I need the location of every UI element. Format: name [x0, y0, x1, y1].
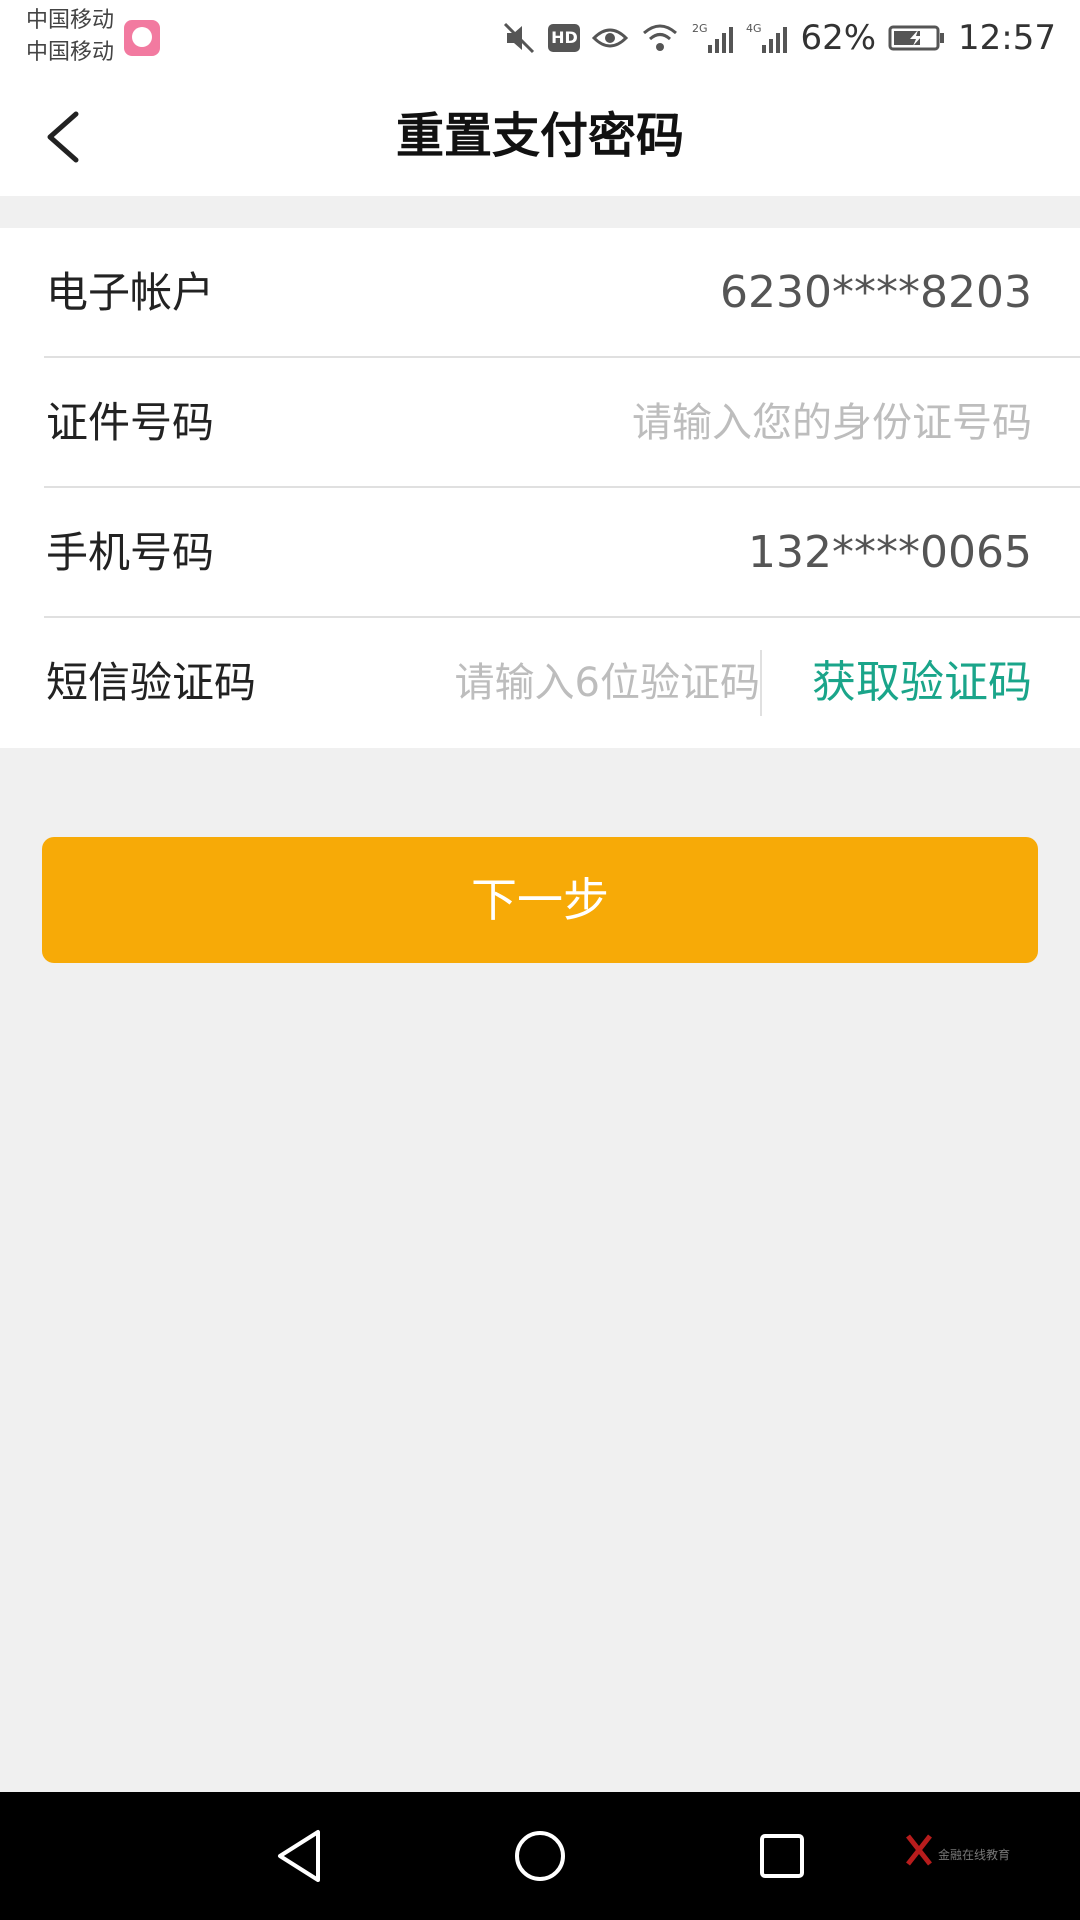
- battery-charging-icon: [888, 24, 946, 52]
- nav-recent-icon[interactable]: [754, 1824, 810, 1888]
- app-header: 重置支付密码: [0, 76, 1080, 196]
- carrier-label-1: 中国移动: [26, 8, 115, 33]
- sms-code-label: 短信验证码: [46, 658, 257, 707]
- status-icons: HD 2G 4G 62% 12:57: [502, 14, 1056, 62]
- id-number-input[interactable]: [472, 393, 1032, 453]
- watermark-text: 金融在线教育: [938, 1848, 1011, 1862]
- account-value: 6230****8203: [720, 267, 1032, 318]
- page-title: 重置支付密码: [395, 108, 684, 164]
- phone-label: 手机号码: [46, 528, 215, 577]
- phone-row: 手机号码 132****0065: [0, 488, 1080, 618]
- signal-4g-icon: 4G: [746, 21, 788, 55]
- nav-back-icon[interactable]: [270, 1824, 330, 1888]
- carrier-label-2: 中国移动: [26, 40, 115, 65]
- battery-percent: 62%: [800, 18, 877, 58]
- wifi-icon: [640, 21, 680, 55]
- svg-text:4G: 4G: [746, 22, 762, 35]
- nav-home-icon[interactable]: [512, 1824, 568, 1888]
- watermark-logo-icon: [906, 1834, 932, 1866]
- clock: 12:57: [958, 18, 1056, 58]
- watermark: 金融在线教育: [904, 1832, 1024, 1872]
- vertical-divider: [760, 650, 762, 716]
- phone-value: 132****0065: [748, 527, 1032, 578]
- chevron-left-icon: [47, 111, 79, 163]
- next-button[interactable]: 下一步: [42, 837, 1038, 963]
- get-code-button[interactable]: 获取验证码: [812, 618, 1032, 748]
- id-number-label: 证件号码: [46, 398, 215, 447]
- back-button[interactable]: [36, 102, 96, 172]
- svg-text:2G: 2G: [692, 22, 708, 35]
- sms-code-input[interactable]: [380, 653, 760, 713]
- sms-code-row: 短信验证码 获取验证码: [0, 618, 1080, 748]
- reset-form: 电子帐户 6230****8203 证件号码 手机号码 132****0065 …: [0, 228, 1080, 748]
- hd-icon: HD: [548, 24, 581, 52]
- account-row: 电子帐户 6230****8203: [0, 228, 1080, 358]
- navigation-bar: 金融在线教育: [0, 1792, 1080, 1920]
- app-notification-icon: [124, 20, 160, 56]
- screen: 中国移动 中国移动 HD 2G 4G 62% 12:57 重置支付密码 电子帐户…: [0, 0, 1080, 1920]
- id-number-row: 证件号码: [0, 358, 1080, 488]
- mute-icon: [502, 21, 536, 55]
- eye-icon: [592, 24, 629, 52]
- status-bar: 中国移动 中国移动 HD 2G 4G 62% 12:57: [0, 0, 1080, 76]
- account-label: 电子帐户: [46, 268, 215, 317]
- signal-2g-icon: 2G: [692, 21, 734, 55]
